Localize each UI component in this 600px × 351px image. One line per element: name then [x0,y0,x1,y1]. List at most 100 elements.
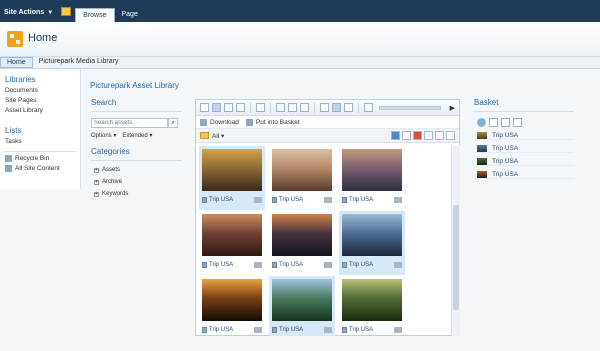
libraries-header[interactable]: Libraries [5,75,80,84]
ql-site-pages[interactable]: Site Pages [5,97,80,104]
asset-tile[interactable]: Trip USA [339,276,405,336]
preview-icon[interactable] [332,103,341,112]
recycle-bin-link[interactable]: Recycle Bin [5,155,80,162]
topnav-home[interactable]: Home [0,57,33,68]
download-icon[interactable] [256,103,265,112]
asset-thumbnail[interactable] [202,214,262,256]
expand-icon[interactable]: + [94,191,99,197]
ql-tasks[interactable]: Tasks [5,138,80,145]
asset-tile[interactable]: Trip USA [199,276,265,336]
divider [314,102,315,113]
asset-tile[interactable]: Trip USA [199,211,265,275]
lists-header[interactable]: Lists [5,126,80,135]
category-archive[interactable]: + Archive [94,179,182,185]
help-icon[interactable] [477,118,486,127]
site-title[interactable]: Home [28,32,57,44]
asset-tools-icon[interactable] [394,197,402,203]
share-icon[interactable] [320,103,329,112]
thumbnail-view-icon[interactable] [212,103,221,112]
download-icon[interactable] [489,118,498,127]
asset-tile[interactable]: Trip USA [269,211,335,275]
basket-item[interactable]: Trip USA [474,157,574,166]
share-icon[interactable] [501,118,510,127]
asset-tools-icon[interactable] [324,327,332,333]
asset-thumbnail[interactable] [342,149,402,191]
category-keywords[interactable]: + Keywords [94,191,182,197]
divider [270,102,271,113]
file-icon [202,327,207,333]
pdf-filter-icon[interactable] [413,131,422,140]
file-icon [272,262,277,268]
upload-icon[interactable] [288,103,297,112]
asset-tile[interactable]: Trip USA [339,211,405,275]
scroll-thumb[interactable] [453,205,459,310]
folder-icon[interactable] [276,103,285,112]
asset-thumbnail[interactable] [342,279,402,321]
asset-caption: Trip USA [349,327,374,333]
asset-tools-icon[interactable] [324,197,332,203]
tab-page[interactable]: Page [115,8,145,22]
extended-dropdown[interactable]: Extended ▾ [122,132,152,139]
asset-tile[interactable]: Trip USA [269,146,335,210]
basket-caption: Trip USA [492,157,519,165]
asset-tools-icon[interactable] [254,197,262,203]
basket-item[interactable]: Trip USA [474,170,574,179]
asset-thumbnail[interactable] [202,149,262,191]
basket-icon [245,118,253,126]
asset-thumbnail[interactable] [342,214,402,256]
delete-icon[interactable] [513,118,522,127]
asset-tools-icon[interactable] [254,262,262,268]
asset-thumbnail[interactable] [272,279,332,321]
asset-tile[interactable]: Trip USA [199,146,265,210]
filter-dropdown[interactable]: All ▾ [212,132,224,140]
recycle-bin-label: Recycle Bin [15,155,50,162]
refresh-icon[interactable] [364,103,373,112]
options-dropdown[interactable]: Options ▾ [91,132,116,139]
category-label: Keywords [102,191,129,197]
asset-caption: Trip USA [349,262,374,268]
archive-filter-icon[interactable] [435,131,444,140]
search-icon[interactable]: ⌕ [168,118,178,128]
file-icon [272,327,277,333]
put-into-basket-button[interactable]: Put into Basket [256,119,300,126]
basket-item[interactable]: Trip USA [474,131,574,140]
asset-thumbnail[interactable] [272,214,332,256]
topnav-media-library[interactable]: Picturepark Media Library [33,57,125,68]
chevron-down-icon: ▼ [47,9,54,16]
list-view-icon[interactable] [200,103,209,112]
divider [4,151,76,152]
asset-tools-icon[interactable] [254,327,262,333]
asset-thumbnail[interactable] [202,279,262,321]
basket-caption: Trip USA [492,144,519,152]
tab-browse[interactable]: Browse [75,8,115,22]
word-filter-icon[interactable] [424,131,433,140]
asset-tile[interactable]: Trip USA [269,276,335,336]
search-input[interactable] [91,118,168,128]
navigate-up-icon[interactable] [61,7,72,16]
basket-item[interactable]: Trip USA [474,144,574,153]
divider [358,102,359,113]
site-actions-menu[interactable]: Site Actions ▼ [0,9,59,22]
expand-icon[interactable]: + [94,167,99,173]
asset-tools-icon[interactable] [394,262,402,268]
detail-view-icon[interactable] [236,103,245,112]
asset-tools-icon[interactable] [394,327,402,333]
category-assets[interactable]: + Assets [94,167,182,173]
asset-thumbnail[interactable] [272,149,332,191]
grid-view-icon[interactable] [224,103,233,112]
ql-documents[interactable]: Documents [5,87,80,94]
play-icon[interactable]: ▶ [450,104,455,112]
all-site-content-link[interactable]: All Site Content [5,165,80,172]
asset-tile[interactable]: Trip USA [339,146,405,210]
funnel-icon[interactable] [446,131,455,140]
basket-add-icon[interactable] [344,103,353,112]
download-button[interactable]: Download [210,119,239,126]
doc-filter-icon[interactable] [402,131,411,140]
scrollbar[interactable] [451,145,460,336]
globe-icon[interactable] [300,103,309,112]
expand-icon[interactable]: + [94,179,99,185]
zoom-slider[interactable] [379,105,441,110]
ql-asset-library[interactable]: Asset Library [5,107,80,114]
asset-tools-icon[interactable] [324,262,332,268]
image-filter-icon[interactable] [391,131,400,140]
